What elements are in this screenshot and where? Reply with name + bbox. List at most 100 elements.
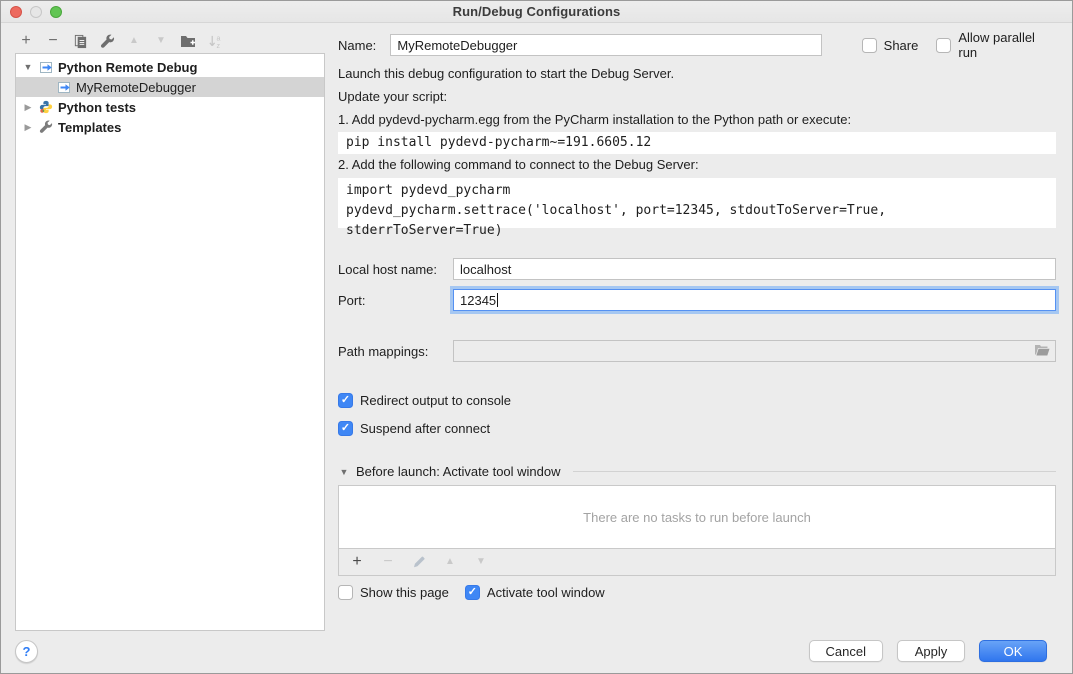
name-label: Name: [338, 38, 390, 53]
arrow-down-icon: ▼ [476, 557, 486, 567]
pencil-icon [412, 555, 426, 569]
sort-alpha-icon: a z [208, 34, 223, 49]
minus-icon: − [383, 554, 392, 570]
dialog-buttons: Cancel Apply OK [809, 640, 1047, 662]
remove-task-button[interactable]: − [379, 553, 397, 571]
expand-collapse-icon[interactable] [22, 122, 34, 133]
svg-text:a: a [216, 35, 220, 42]
share-label: Share [884, 38, 919, 53]
checkbox-icon [862, 38, 877, 53]
suspend-after-connect-checkbox[interactable]: Suspend after connect [338, 421, 1056, 436]
port-label: Port: [338, 293, 453, 308]
python-tests-icon [38, 100, 54, 115]
show-this-page-checkbox[interactable]: Show this page [338, 585, 449, 600]
copy-icon [73, 34, 88, 49]
plus-icon: + [21, 33, 30, 49]
port-value: 12345 [460, 293, 496, 308]
remote-debug-icon [38, 60, 54, 75]
activate-tool-window-label: Activate tool window [487, 585, 605, 600]
move-down-button[interactable]: ▼ [152, 32, 170, 50]
arrow-up-icon: ▲ [445, 557, 455, 567]
settrace-code-line2: pydevd_pycharm.settrace('localhost', por… [346, 201, 1048, 241]
before-launch-tasks-box: There are no tasks to run before launch … [338, 485, 1056, 576]
close-window-button[interactable] [10, 6, 22, 18]
step1-text: 1. Add pydevd-pycharm.egg from the PyCha… [338, 112, 1056, 127]
port-row: Port: 12345 [338, 289, 1056, 311]
plus-icon: + [352, 554, 361, 570]
port-input[interactable]: 12345 [453, 289, 1056, 311]
titlebar: Run/Debug Configurations [1, 1, 1072, 23]
window-title: Run/Debug Configurations [453, 4, 621, 19]
move-task-down-button[interactable]: ▼ [472, 553, 490, 571]
dialog-footer: ? Cancel Apply OK [1, 629, 1072, 673]
arrow-up-icon: ▲ [129, 36, 139, 46]
arrow-down-icon: ▼ [156, 36, 166, 46]
name-input[interactable] [390, 34, 821, 56]
expand-collapse-icon[interactable] [22, 102, 34, 113]
expand-collapse-icon[interactable] [22, 62, 34, 72]
sort-configurations-button[interactable]: a z [206, 32, 224, 50]
edit-task-button[interactable] [410, 553, 428, 571]
tree-item-python-tests[interactable]: Python tests [16, 97, 324, 117]
help-button[interactable]: ? [15, 640, 38, 663]
pip-install-code[interactable]: pip install pydevd-pycharm~=191.6605.12 [338, 132, 1056, 154]
question-mark-icon: ? [23, 644, 31, 659]
before-launch-title: Before launch: Activate tool window [356, 464, 561, 479]
add-task-button[interactable]: + [348, 553, 366, 571]
svg-text:z: z [216, 43, 220, 49]
tasks-empty-text: There are no tasks to run before launch [583, 510, 811, 525]
remote-debug-icon [56, 80, 72, 95]
configurations-tree: Python Remote Debug MyRemoteDebugger [15, 53, 325, 631]
name-row: Name: Share Allow parallel run [338, 34, 1056, 56]
activate-tool-window-checkbox[interactable]: Activate tool window [465, 585, 605, 600]
move-task-up-button[interactable]: ▲ [441, 553, 459, 571]
tree-item-label: MyRemoteDebugger [76, 80, 196, 95]
move-up-button[interactable]: ▲ [125, 32, 143, 50]
cancel-button[interactable]: Cancel [809, 640, 883, 662]
path-mappings-input[interactable] [453, 340, 1056, 362]
tasks-list[interactable]: There are no tasks to run before launch [339, 486, 1055, 548]
collapse-section-icon[interactable] [338, 467, 350, 477]
remove-configuration-button[interactable]: − [44, 32, 62, 50]
edit-templates-button[interactable] [98, 32, 116, 50]
apply-button[interactable]: Apply [897, 640, 965, 662]
redirect-output-checkbox[interactable]: Redirect output to console [338, 393, 1056, 408]
traffic-lights [10, 6, 62, 18]
update-script-text: Update your script: [338, 89, 1056, 104]
checkbox-checked-icon [338, 421, 353, 436]
new-folder-icon [180, 34, 196, 48]
checkbox-checked-icon [338, 393, 353, 408]
zoom-window-button[interactable] [50, 6, 62, 18]
tree-item-label: Python tests [58, 100, 136, 115]
allow-parallel-run-label: Allow parallel run [958, 30, 1056, 60]
settrace-code-line1: import pydevd_pycharm [346, 181, 1048, 201]
bottom-options-row: Show this page Activate tool window [338, 585, 1056, 600]
ok-button[interactable]: OK [979, 640, 1047, 662]
checkbox-icon [338, 585, 353, 600]
wrench-icon [100, 34, 115, 49]
step2-text: 2. Add the following command to connect … [338, 157, 1056, 172]
configuration-form: Name: Share Allow parallel run Launch th… [338, 23, 1056, 600]
local-host-label: Local host name: [338, 262, 453, 277]
suspend-after-connect-label: Suspend after connect [360, 421, 490, 436]
tasks-toolbar: + − ▲ ▼ [339, 548, 1055, 575]
tree-item-python-remote-debug[interactable]: Python Remote Debug [16, 57, 324, 77]
local-host-row: Local host name: [338, 258, 1056, 280]
local-host-input[interactable] [453, 258, 1056, 280]
tree-item-label: Python Remote Debug [58, 60, 197, 75]
checkbox-checked-icon [465, 585, 480, 600]
add-configuration-button[interactable]: + [17, 32, 35, 50]
copy-configuration-button[interactable] [71, 32, 89, 50]
share-checkbox[interactable]: Share [862, 38, 919, 53]
tree-item-myremotedebugger[interactable]: MyRemoteDebugger [16, 77, 324, 97]
redirect-output-label: Redirect output to console [360, 393, 511, 408]
create-folder-button[interactable] [179, 32, 197, 50]
tree-item-templates[interactable]: Templates [16, 117, 324, 137]
before-launch-header[interactable]: Before launch: Activate tool window [338, 464, 1056, 479]
minimize-window-button[interactable] [30, 6, 42, 18]
configurations-toolbar: + − ▲ ▼ a z [17, 31, 224, 51]
settrace-code[interactable]: import pydevd_pycharm pydevd_pycharm.set… [338, 178, 1056, 228]
allow-parallel-run-checkbox[interactable]: Allow parallel run [936, 30, 1056, 60]
tree-item-label: Templates [58, 120, 121, 135]
browse-path-mappings-button[interactable] [1033, 343, 1051, 358]
